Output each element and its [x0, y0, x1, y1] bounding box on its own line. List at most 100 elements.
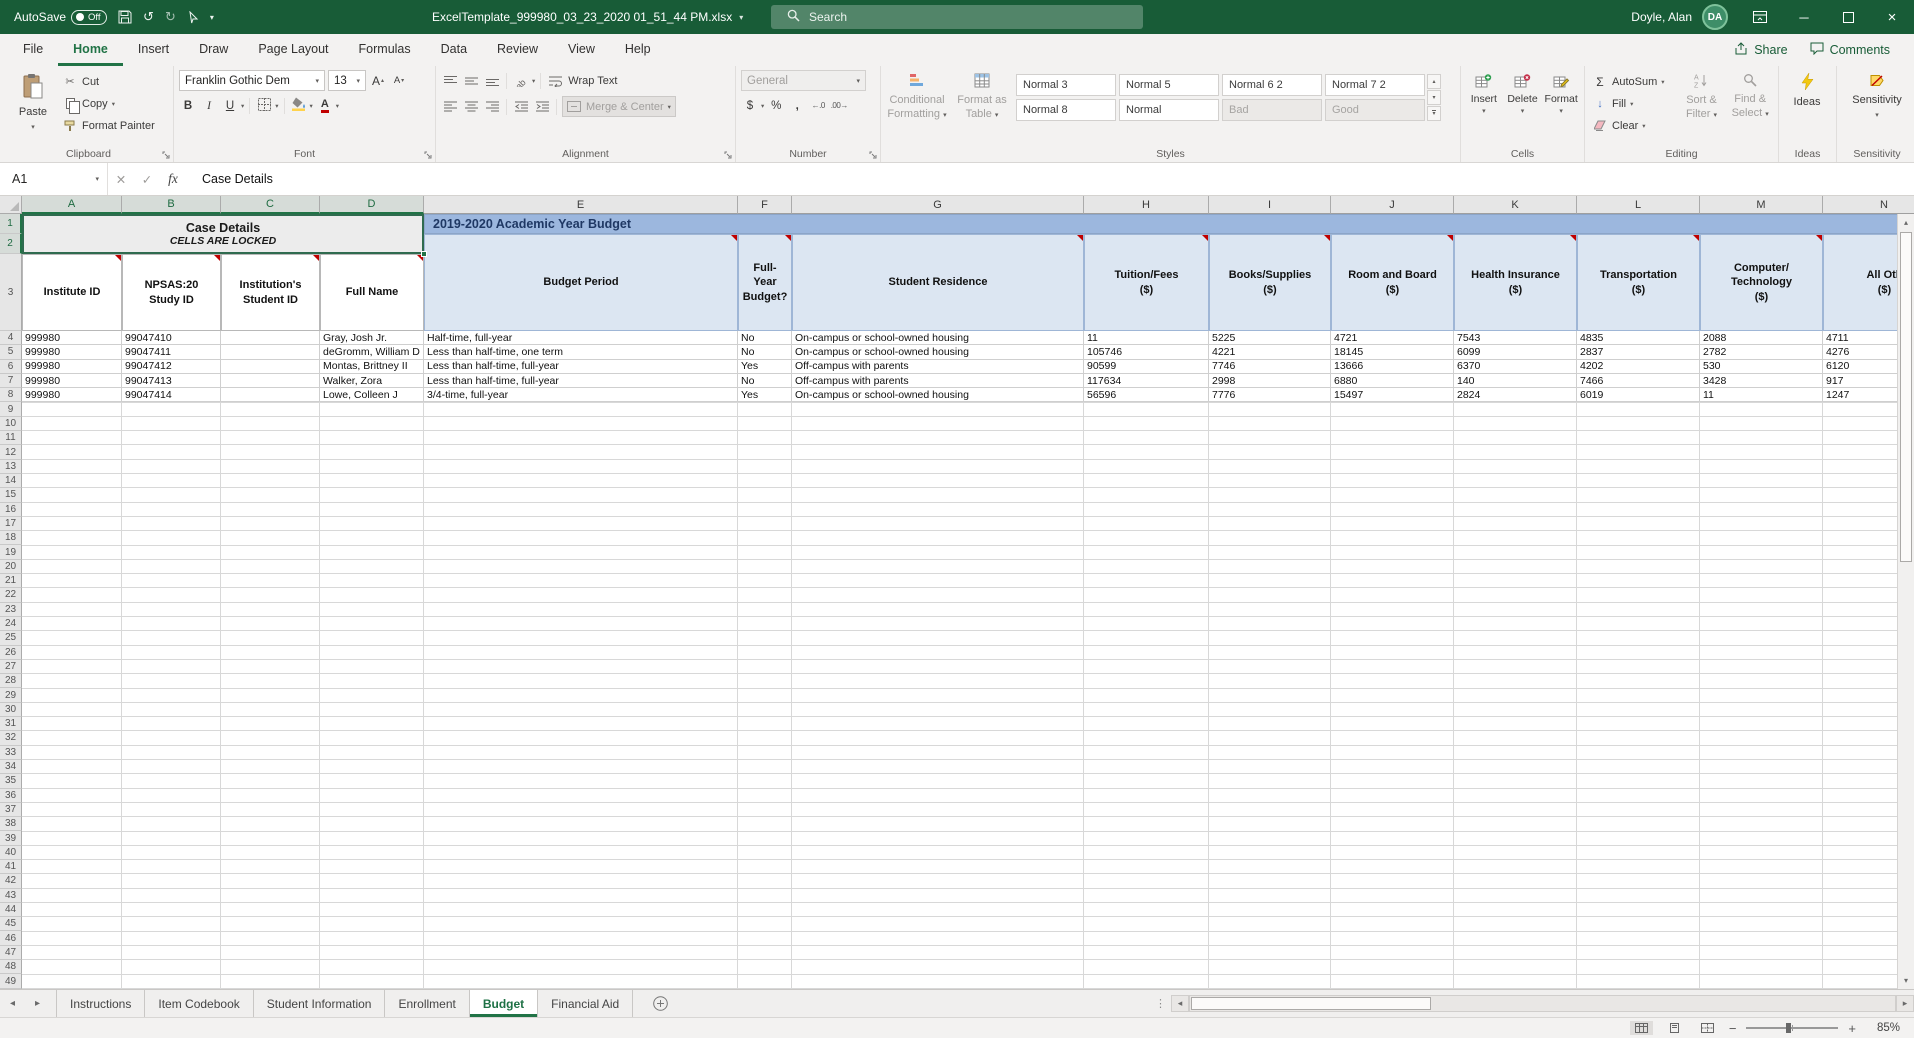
cell-H5[interactable]: 105746 [1084, 345, 1209, 359]
cell-L6[interactable]: 4202 [1577, 360, 1700, 374]
cell-K5[interactable]: 6099 [1454, 345, 1577, 359]
close-button[interactable]: × [1870, 0, 1914, 34]
cell-A7[interactable]: 999980 [22, 374, 122, 388]
cell-D6[interactable]: Montas, Brittney II [320, 360, 424, 374]
fill-color-button[interactable] [290, 96, 308, 115]
formula-input[interactable]: Case Details [186, 172, 273, 186]
sheet-nav-right[interactable]: ▸ [25, 990, 50, 1017]
ribbon-tab-help[interactable]: Help [610, 34, 666, 66]
ribbon-display-options-button[interactable] [1738, 0, 1782, 34]
column-title-C[interactable]: Institution's Student ID [221, 254, 320, 331]
sort-filter-button[interactable]: AZ Sort & Filter ▾ [1679, 70, 1725, 122]
row-header-19[interactable]: 19 [0, 545, 22, 559]
cell-H4[interactable]: 11 [1084, 331, 1209, 345]
cell-K8[interactable]: 2824 [1454, 388, 1577, 402]
row-header-26[interactable]: 26 [0, 646, 22, 660]
sheet-tab-budget[interactable]: Budget [470, 990, 538, 1017]
cell-D7[interactable]: Walker, Zora [320, 374, 424, 388]
column-header-N[interactable]: N [1823, 196, 1914, 214]
normal-view-button[interactable] [1630, 1021, 1653, 1035]
scroll-left-button[interactable]: ◂ [1171, 995, 1189, 1012]
row-header-49[interactable]: 49 [0, 974, 22, 988]
column-header-B[interactable]: B [122, 196, 221, 214]
row-header-39[interactable]: 39 [0, 831, 22, 845]
enter-button[interactable]: ✓ [134, 172, 160, 187]
decrease-decimal-button[interactable]: .00→ [830, 96, 848, 115]
row-header-8[interactable]: 8 [0, 388, 22, 402]
copy-button[interactable]: Copy▾ [60, 93, 158, 114]
cell-B4[interactable]: 99047410 [122, 331, 221, 345]
comments-button[interactable]: Comments [1810, 42, 1890, 58]
search-box[interactable]: Search [771, 5, 1143, 29]
row-header-5[interactable]: 5 [0, 345, 22, 359]
format-as-table-button[interactable]: Format as Table ▾ [951, 70, 1013, 122]
column-title-E[interactable]: Budget Period [424, 234, 738, 331]
conditional-formatting-button[interactable]: Conditional Formatting ▾ [886, 70, 948, 122]
sensitivity-button[interactable]: Sensitivity▾ [1844, 70, 1910, 122]
ribbon-tab-insert[interactable]: Insert [123, 34, 184, 66]
scroll-up-button[interactable]: ▴ [1898, 214, 1914, 231]
cell-F8[interactable]: Yes [738, 388, 792, 402]
align-left-button[interactable] [441, 97, 459, 116]
row-header-6[interactable]: 6 [0, 360, 22, 374]
column-title-A[interactable]: Institute ID [22, 254, 122, 331]
row-header-1[interactable]: 1 [0, 214, 22, 234]
row-header-33[interactable]: 33 [0, 746, 22, 760]
row-header-40[interactable]: 40 [0, 846, 22, 860]
cell-G6[interactable]: Off-campus with parents [792, 360, 1084, 374]
ribbon-tab-data[interactable]: Data [426, 34, 482, 66]
column-header-C[interactable]: C [221, 196, 320, 214]
cell-C6[interactable] [221, 360, 320, 374]
column-title-B[interactable]: NPSAS:20 Study ID [122, 254, 221, 331]
share-button[interactable]: Share [1734, 42, 1787, 58]
row-header-18[interactable]: 18 [0, 531, 22, 545]
column-header-A[interactable]: A [22, 196, 122, 214]
style-bad[interactable]: Bad [1222, 99, 1322, 121]
scroll-down-button[interactable]: ▾ [1898, 972, 1914, 989]
insert-cells-button[interactable]: Insert▾ [1466, 70, 1502, 115]
column-title-G[interactable]: Student Residence [792, 234, 1084, 331]
row-header-46[interactable]: 46 [0, 931, 22, 945]
style-normal[interactable]: Normal [1119, 99, 1219, 121]
ribbon-tab-draw[interactable]: Draw [184, 34, 243, 66]
select-all-button[interactable] [0, 196, 22, 214]
align-center-button[interactable] [462, 97, 480, 116]
increase-indent-button[interactable] [533, 97, 551, 116]
column-title-J[interactable]: Room and Board ($) [1331, 234, 1454, 331]
cell-C7[interactable] [221, 374, 320, 388]
cell-K4[interactable]: 7543 [1454, 331, 1577, 345]
row-header-9[interactable]: 9 [0, 402, 22, 416]
cell-C5[interactable] [221, 345, 320, 359]
row-header-45[interactable]: 45 [0, 917, 22, 931]
tab-scroll-splitter[interactable]: ⋮ [1150, 997, 1171, 1010]
row-header-14[interactable]: 14 [0, 474, 22, 488]
redo-button[interactable]: ↻ [165, 9, 176, 25]
zoom-out-button[interactable]: − [1729, 1021, 1737, 1036]
column-title-H[interactable]: Tuition/Fees ($) [1084, 234, 1209, 331]
row-header-23[interactable]: 23 [0, 603, 22, 617]
clear-button[interactable]: Clear▾ [1590, 115, 1676, 136]
column-header-D[interactable]: D [320, 196, 424, 214]
cell-A4[interactable]: 999980 [22, 331, 122, 345]
cell-G7[interactable]: Off-campus with parents [792, 374, 1084, 388]
cell-L5[interactable]: 2837 [1577, 345, 1700, 359]
style-normal-7-2[interactable]: Normal 7 2 [1325, 74, 1425, 96]
row-header-12[interactable]: 12 [0, 445, 22, 459]
sheet-tab-instructions[interactable]: Instructions [56, 990, 145, 1017]
autosave-toggle[interactable]: AutoSave Off [14, 10, 107, 25]
row-header-35[interactable]: 35 [0, 774, 22, 788]
cell-I4[interactable]: 5225 [1209, 331, 1331, 345]
number-dialog-launcher[interactable] [869, 151, 877, 159]
merge-center-button[interactable]: Merge & Center▾ [562, 96, 676, 117]
cell-I5[interactable]: 4221 [1209, 345, 1331, 359]
row-header-21[interactable]: 21 [0, 574, 22, 588]
save-button[interactable] [118, 10, 132, 24]
column-header-E[interactable]: E [424, 196, 738, 214]
cell-H8[interactable]: 56596 [1084, 388, 1209, 402]
cell-J4[interactable]: 4721 [1331, 331, 1454, 345]
column-title-K[interactable]: Health Insurance ($) [1454, 234, 1577, 331]
row-header-3[interactable]: 3 [0, 254, 22, 331]
cell-M5[interactable]: 2782 [1700, 345, 1823, 359]
row-header-32[interactable]: 32 [0, 731, 22, 745]
cell-D5[interactable]: deGromm, William D [320, 345, 424, 359]
